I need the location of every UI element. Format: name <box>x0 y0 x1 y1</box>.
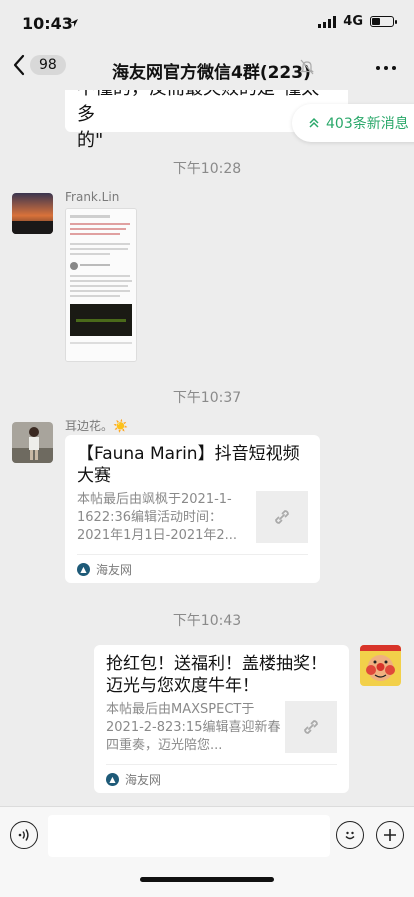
bell-off-icon <box>300 59 314 75</box>
more-button[interactable] <box>376 66 396 70</box>
link-thumbnail <box>256 491 308 543</box>
signal-icon <box>318 15 337 28</box>
avatar[interactable] <box>12 193 53 234</box>
status-bar: 10:43 4G <box>0 0 414 46</box>
link-source: ▲ 海友网 <box>77 554 308 583</box>
link-source-name: 海友网 <box>96 562 133 577</box>
location-icon <box>70 19 78 27</box>
plus-button[interactable] <box>376 821 404 849</box>
unread-count-badge: 98 <box>30 55 66 75</box>
timestamp: 下午10:43 <box>172 613 242 629</box>
link-card[interactable]: 抢红包！送福利！盖楼抽奖！迈光与您欢度牛年！ 本帖最后由MAXSPECT于202… <box>94 645 349 793</box>
link-description: 本帖最后由MAXSPECT于2021-2-823:15编辑喜迎新春四重奏，迈光陪… <box>106 702 281 753</box>
my-avatar[interactable] <box>360 645 401 686</box>
link-description: 本帖最后由飒枫于2021-1-1622:36编辑活动时间：2021年1月1日-2… <box>77 492 238 543</box>
screenshot-thumbnail <box>66 209 136 361</box>
double-chevron-up-icon <box>309 117 319 128</box>
chat-header: 98 海友网官方微信4群(223) <box>0 46 414 90</box>
message-input[interactable] <box>48 815 330 857</box>
link-source: ▲ 海友网 <box>106 764 337 793</box>
ellipsis-icon <box>376 66 380 70</box>
emoji-icon <box>345 831 355 840</box>
new-messages-button[interactable]: 403条新消息 <box>292 104 414 142</box>
link-title: 抢红包！送福利！盖楼抽奖！迈光与您欢度牛年！ <box>106 654 327 696</box>
source-logo-icon: ▲ <box>106 772 119 786</box>
link-icon <box>304 720 318 734</box>
avatar[interactable] <box>12 422 53 463</box>
voice-icon <box>18 829 29 841</box>
network-label: 4G <box>343 14 363 29</box>
plus-icon <box>384 829 396 841</box>
message-list[interactable]: 不懂的，反而最失败的是"懂太多 的" 403条新消息 下午10:28 Frank… <box>0 90 414 806</box>
image-message[interactable] <box>65 208 137 362</box>
sender-name: Frank.Lin <box>65 190 120 204</box>
home-indicator <box>140 877 274 882</box>
new-messages-label: 403条新消息 <box>326 116 409 132</box>
timestamp: 下午10:37 <box>172 390 242 406</box>
chevron-left-icon <box>13 54 25 76</box>
link-title: 【Fauna Marin】抖音短视频大赛 <box>77 444 300 486</box>
chat-title[interactable]: 海友网官方微信4群(223) <box>112 58 311 83</box>
sender-name: 耳边花。☀️ <box>65 419 128 433</box>
source-logo-icon: ▲ <box>77 562 90 576</box>
link-source-name: 海友网 <box>125 772 162 787</box>
voice-button[interactable] <box>10 821 38 849</box>
timestamp: 下午10:28 <box>172 161 242 177</box>
link-card[interactable]: 【Fauna Marin】抖音短视频大赛 本帖最后由飒枫于2021-1-1622… <box>65 435 320 583</box>
back-button[interactable]: 98 <box>12 54 66 76</box>
status-time: 10:43 <box>22 14 73 33</box>
link-icon <box>275 510 289 524</box>
emoji-button[interactable] <box>336 821 364 849</box>
input-bar <box>0 806 414 897</box>
link-thumbnail <box>285 701 337 753</box>
battery-level <box>372 18 380 25</box>
battery-icon <box>370 16 397 27</box>
